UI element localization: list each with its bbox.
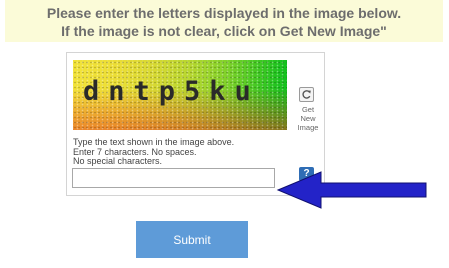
captcha-text: dntp5ku [83, 76, 260, 107]
get-new-image-label[interactable]: Get New Image [290, 105, 326, 132]
instruction-line: No special characters. [73, 156, 163, 166]
submit-button[interactable]: Submit [136, 221, 248, 258]
refresh-label-line: New [300, 114, 316, 123]
instruction-banner: Please enter the letters displayed in th… [5, 0, 443, 42]
refresh-icon[interactable] [299, 87, 314, 102]
refresh-label-line: Get [301, 105, 315, 114]
captcha-input[interactable] [72, 168, 275, 188]
banner-line-1: Please enter the letters displayed in th… [46, 5, 402, 21]
captcha-image: dntp5ku [73, 60, 287, 130]
banner-line-2: If the image is not clear, click on Get … [61, 23, 387, 39]
captcha-instructions: Type the text shown in the image above. … [73, 137, 288, 167]
get-new-image-button[interactable]: Get New Image [294, 87, 322, 132]
refresh-label-line: Image [297, 123, 319, 132]
left-arrow-pointer-icon [276, 171, 427, 209]
